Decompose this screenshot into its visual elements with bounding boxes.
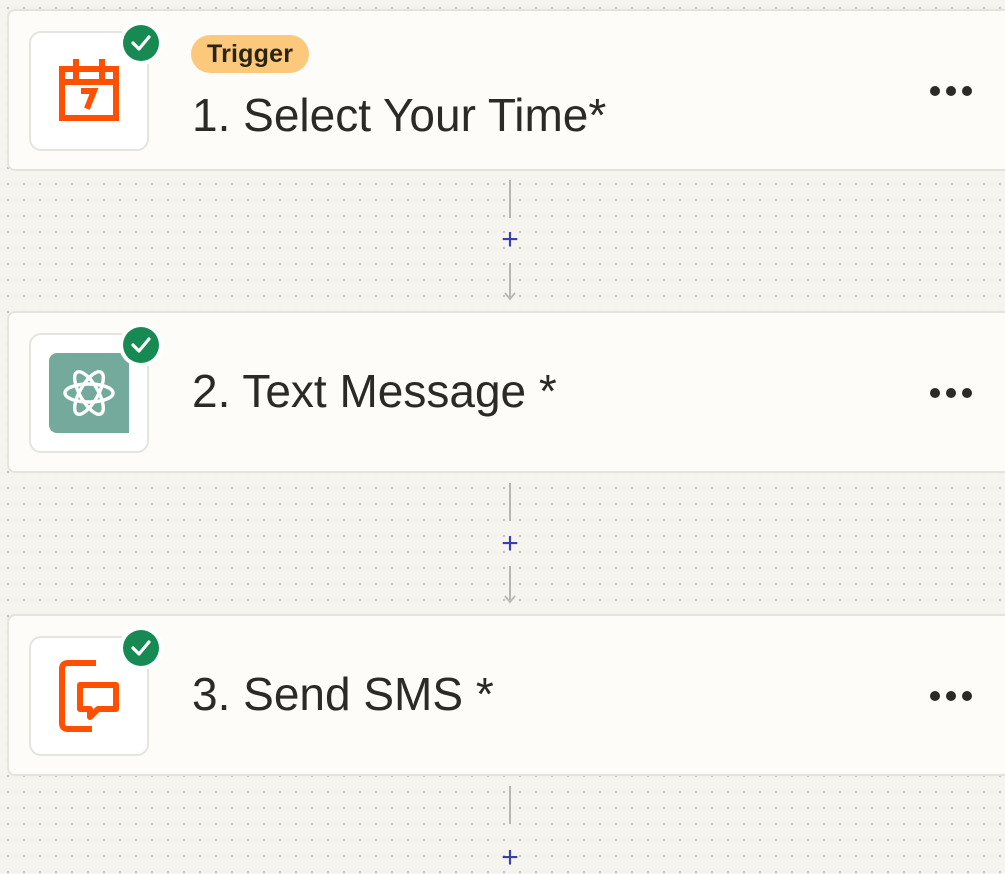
openai-chatgpt-icon: [49, 353, 129, 433]
arrow-down-icon: [504, 595, 516, 604]
check-icon: [131, 337, 151, 353]
add-step-button[interactable]: +: [495, 225, 525, 255]
step-card-2[interactable]: 2. Text Message *: [7, 311, 1005, 473]
more-dot-icon: [930, 691, 940, 701]
more-dot-icon: [946, 691, 956, 701]
connector-1: +: [480, 178, 540, 304]
more-dot-icon: [962, 691, 972, 701]
arrow-down-icon: [504, 292, 516, 301]
connector-line: [509, 180, 511, 218]
check-icon: [131, 640, 151, 656]
more-dot-icon: [930, 86, 940, 96]
connector-3: +: [480, 784, 540, 873]
check-icon: [131, 35, 151, 51]
add-step-button[interactable]: +: [495, 529, 525, 559]
step-1-more-options-button[interactable]: [921, 73, 981, 109]
more-dot-icon: [930, 388, 940, 398]
add-step-button[interactable]: +: [495, 843, 525, 873]
connector-line: [509, 786, 511, 824]
step-3-more-options-button[interactable]: [921, 678, 981, 714]
zap-editor-canvas: Trigger 1. Select Your Time* + 2. Text M…: [0, 0, 1005, 873]
more-dot-icon: [946, 388, 956, 398]
step-card-3[interactable]: 3. Send SMS *: [7, 614, 1005, 776]
step-1-title: 1. Select Your Time*: [192, 89, 607, 141]
more-dot-icon: [962, 86, 972, 96]
connector-line: [509, 483, 511, 521]
step-card-1[interactable]: Trigger 1. Select Your Time*: [7, 9, 1005, 171]
more-dot-icon: [962, 388, 972, 398]
step-3-check-badge: [119, 626, 163, 670]
step-2-check-badge: [119, 323, 163, 367]
sms-message-icon: [59, 660, 119, 732]
more-dot-icon: [946, 86, 956, 96]
step-1-check-badge: [119, 21, 163, 65]
trigger-badge: Trigger: [191, 35, 310, 73]
step-3-title: 3. Send SMS *: [192, 668, 494, 720]
connector-2: +: [480, 481, 540, 607]
schedule-calendar-icon: [59, 59, 119, 121]
step-2-title: 2. Text Message *: [192, 365, 557, 417]
step-2-more-options-button[interactable]: [921, 375, 981, 411]
